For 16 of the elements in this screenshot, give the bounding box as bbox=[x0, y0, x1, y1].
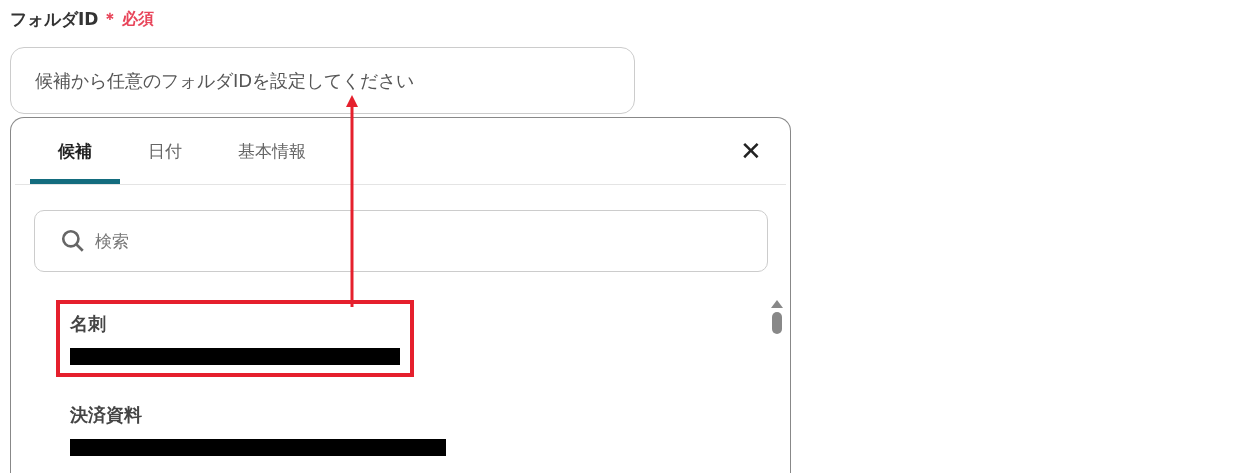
tab[interactable]: 候補 bbox=[30, 118, 120, 184]
tab[interactable]: 基本情報 bbox=[210, 118, 334, 184]
item-title: 決済資料 bbox=[70, 403, 143, 427]
scrollbar-thumb[interactable] bbox=[772, 312, 782, 334]
list-item[interactable]: 名刺 bbox=[56, 300, 414, 377]
item-title: 名刺 bbox=[70, 312, 107, 336]
search-icon bbox=[60, 228, 86, 254]
folder-id-field[interactable]: 候補から任意のフォルダIDを設定してください bbox=[10, 47, 635, 114]
close-button[interactable]: ✕ bbox=[734, 134, 768, 168]
field-label: フォルダID bbox=[10, 7, 99, 31]
required-mark: ＊ bbox=[102, 8, 119, 30]
tab[interactable]: 日付 bbox=[120, 118, 210, 184]
scroll-up-icon[interactable] bbox=[771, 300, 783, 308]
list-item[interactable]: 決済資料 bbox=[56, 391, 460, 468]
required-label: 必須 bbox=[122, 8, 155, 30]
search-field[interactable]: 検索 bbox=[34, 210, 768, 272]
